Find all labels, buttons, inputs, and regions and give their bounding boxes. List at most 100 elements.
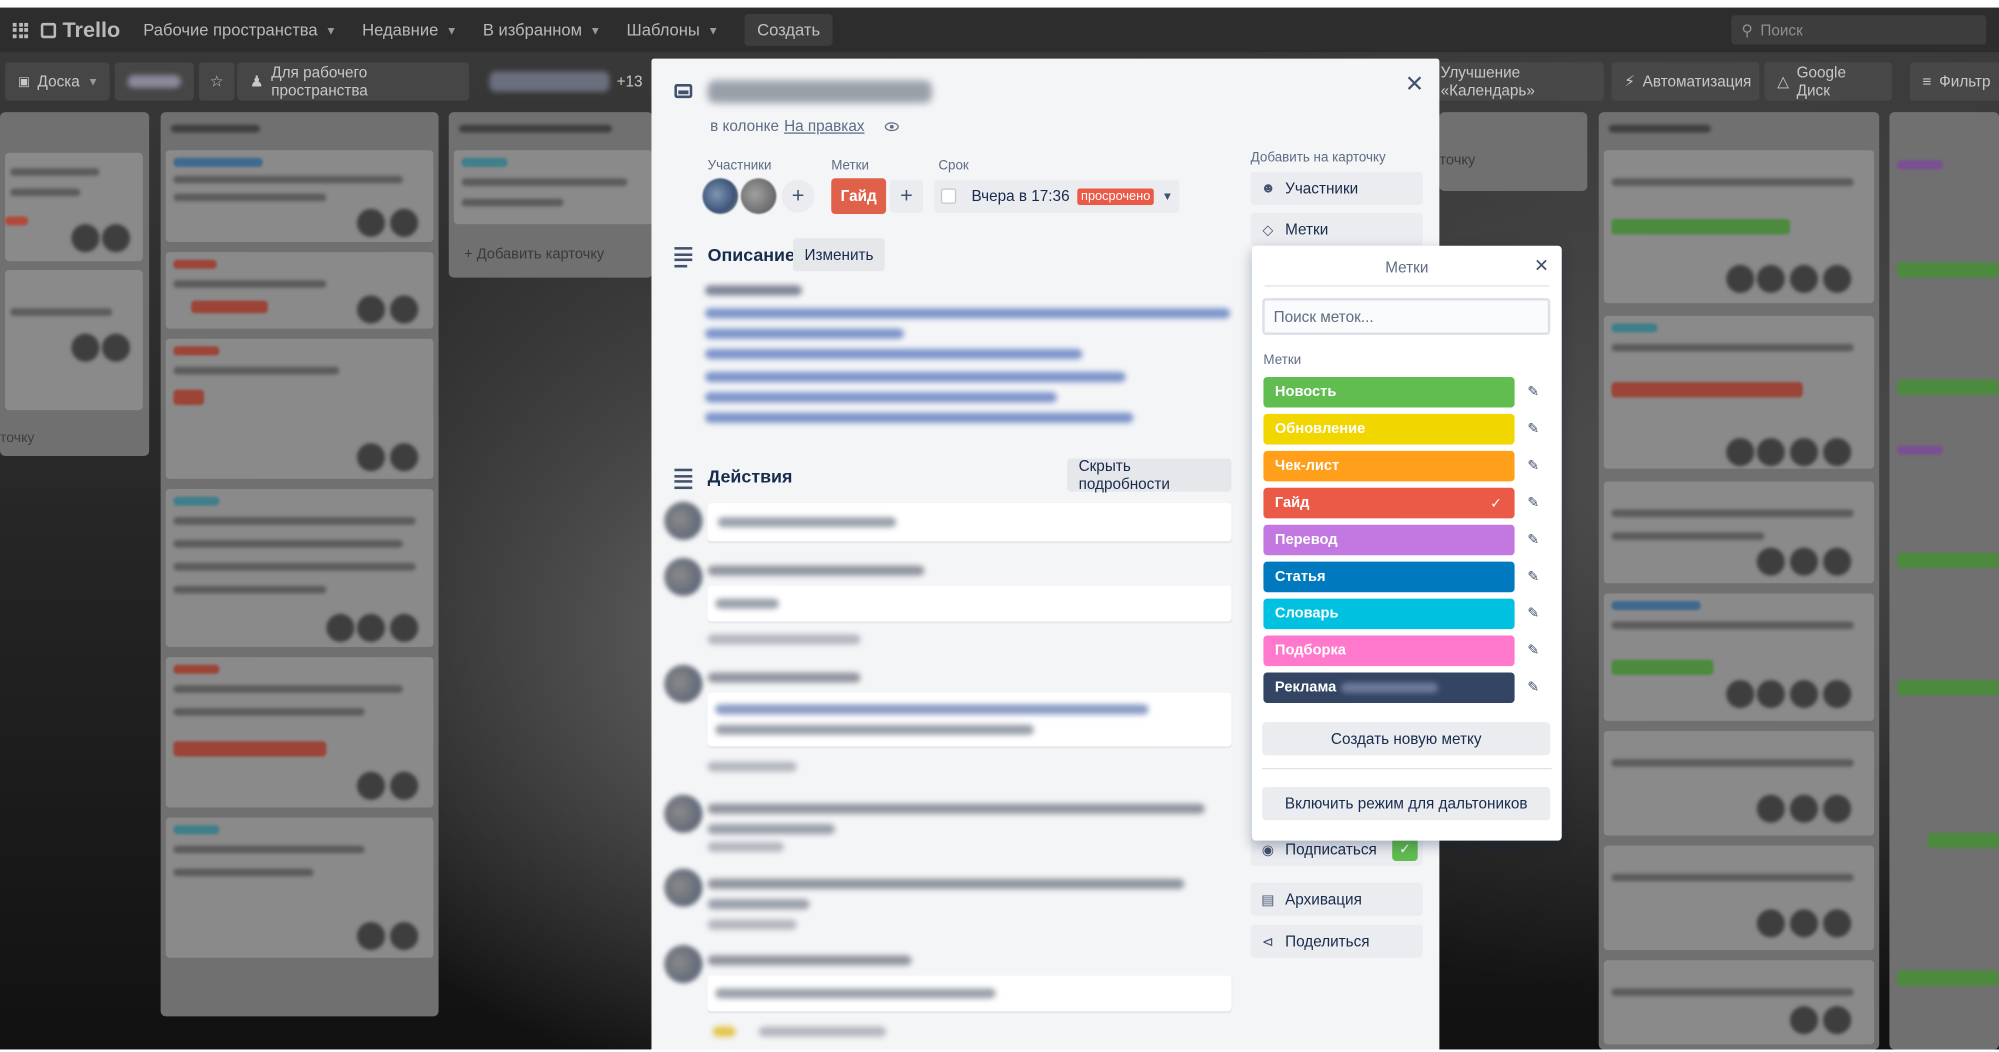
card-label-blurred (1611, 382, 1803, 398)
list-card[interactable] (1603, 481, 1875, 584)
label-search-input[interactable] (1262, 298, 1551, 335)
board-name[interactable] (114, 62, 194, 101)
avatar (1756, 680, 1785, 709)
list-card[interactable] (453, 150, 653, 225)
label-name: Новость (1274, 384, 1337, 400)
description-icon (674, 247, 693, 270)
card-text-blurred (1611, 343, 1854, 352)
list-card[interactable] (165, 657, 434, 808)
sidebar-share-button[interactable]: ⊲ Поделиться (1250, 924, 1423, 958)
avatar[interactable] (740, 178, 777, 214)
filter-button[interactable]: ≡ Фильтр (1909, 62, 1999, 101)
trello-logo[interactable]: Trello (40, 17, 120, 42)
label-option[interactable]: Словарь (1263, 598, 1515, 630)
list-card[interactable] (5, 152, 143, 262)
hide-details-button[interactable]: Скрыть подробности (1067, 457, 1232, 493)
list-card[interactable] (165, 150, 434, 242)
pencil-icon[interactable]: ✎ (1527, 496, 1540, 510)
nav-workspaces[interactable]: Рабочие пространства ▼ (143, 20, 336, 39)
add-card-clipped[interactable]: точку (1439, 153, 1475, 168)
pencil-icon[interactable]: ✎ (1527, 681, 1540, 695)
pencil-icon[interactable]: ✎ (1527, 644, 1540, 658)
label-option[interactable]: Чек-лист (1263, 450, 1515, 482)
google-drive-button[interactable]: △ Google Диск (1764, 62, 1892, 101)
card-label-blurred (1897, 445, 1943, 455)
sidebar-labels-button[interactable]: ◇ Метки (1250, 212, 1423, 246)
create-button[interactable]: Создать (744, 14, 833, 46)
close-icon[interactable]: ✕ (1534, 255, 1549, 277)
create-label-button[interactable]: Создать новую метку (1262, 722, 1551, 756)
list-card[interactable] (1603, 960, 1875, 1045)
card-title-blurred[interactable] (707, 80, 932, 104)
pencil-icon[interactable]: ✎ (1527, 385, 1540, 399)
sidebar-members-button[interactable]: ☻ Участники (1250, 171, 1423, 206)
labels-popover: Метки ✕ Метки Новость ✎ Обновление ✎ Чек… (1251, 245, 1562, 841)
pencil-icon[interactable]: ✎ (1527, 570, 1540, 584)
due-date-button[interactable]: Вчера в 17:36 просрочено ▼ (934, 179, 1180, 213)
list-card[interactable] (165, 338, 434, 479)
board-list: точку (1439, 112, 1588, 192)
sidebar-archive-button[interactable]: ▤ Архивация (1250, 882, 1423, 916)
activity-meta-blurred (707, 841, 785, 853)
avatar (664, 501, 703, 541)
label-option[interactable]: Статья (1263, 561, 1515, 593)
pencil-icon[interactable]: ✎ (1527, 533, 1540, 547)
label-option[interactable]: Реклама (1263, 672, 1515, 704)
card-text-blurred (1611, 532, 1765, 541)
nav-templates[interactable]: Шаблоны ▼ (627, 20, 719, 39)
applied-label-chip[interactable]: Гайд (831, 178, 887, 214)
filter-label: Фильтр (1939, 72, 1991, 91)
trello-window: Trello Рабочие пространства ▼ Недавние ▼ В… (0, 7, 1999, 1050)
nav-recent[interactable]: Недавние ▼ (362, 20, 457, 39)
add-member-button[interactable]: + (781, 179, 815, 213)
list-card[interactable] (1603, 845, 1875, 951)
pencil-icon[interactable]: ✎ (1527, 459, 1540, 473)
list-card[interactable] (165, 252, 434, 329)
list-card[interactable] (1603, 593, 1875, 721)
eye-icon[interactable] (884, 121, 899, 131)
label-option[interactable]: Перевод (1263, 524, 1515, 556)
edit-description-button[interactable]: Изменить (792, 238, 885, 272)
members-section-label: Участники (707, 157, 772, 174)
pencil-icon[interactable]: ✎ (1527, 422, 1540, 436)
label-name: Гайд (1274, 495, 1310, 511)
due-complete-checkbox[interactable] (940, 188, 957, 204)
avatar (1756, 547, 1785, 576)
google-drive-icon: △ (1777, 72, 1789, 91)
global-search[interactable]: ⚲ Поиск (1731, 15, 1987, 45)
label-option[interactable]: Обновление (1263, 413, 1515, 445)
list-card[interactable] (1603, 731, 1875, 836)
pencil-icon[interactable]: ✎ (1527, 607, 1540, 621)
add-card-button[interactable]: + Добавить карточку (464, 247, 604, 262)
plus-icon: + (900, 183, 913, 208)
comment-input[interactable] (707, 503, 1232, 542)
list-card[interactable] (5, 270, 143, 411)
list-card[interactable] (165, 817, 434, 958)
colorblind-mode-button[interactable]: Включить режим для дальтоников (1262, 787, 1551, 821)
list-card[interactable] (1603, 150, 1875, 304)
label-option[interactable]: Новость (1263, 376, 1515, 408)
avatar[interactable] (702, 178, 739, 214)
apps-grid-icon[interactable] (12, 22, 29, 38)
workspace-visibility-button[interactable]: ♟ Для рабочего пространства (237, 62, 470, 101)
close-icon[interactable]: ✕ (1405, 71, 1424, 98)
calendar-powerup-button[interactable]: Улучшение «Календарь» (1427, 62, 1604, 101)
comment-text-blurred (715, 724, 1034, 735)
share-icon: ⊲ (1262, 934, 1274, 950)
list-card[interactable] (165, 489, 434, 647)
board-view-switcher[interactable]: ▣ Доска ▼ (5, 62, 110, 101)
overdue-badge: просрочено (1077, 187, 1155, 205)
label-option[interactable]: Подборка (1263, 635, 1515, 667)
board-members[interactable]: +13 (477, 62, 655, 100)
automation-button[interactable]: ⚡ Автоматизация (1611, 62, 1760, 101)
automation-label: Автоматизация (1642, 72, 1752, 91)
list-name-link[interactable]: На правках (784, 117, 864, 135)
list-card[interactable] (1603, 315, 1875, 469)
chevron-down-icon: ▼ (589, 23, 602, 37)
nav-starred[interactable]: В избранном ▼ (483, 20, 601, 39)
label-option[interactable]: Гайд ✓ (1263, 487, 1515, 519)
add-label-button[interactable]: + (889, 179, 924, 213)
star-board-button[interactable]: ☆ (198, 62, 235, 101)
card-text-blurred (173, 517, 416, 525)
add-card-clipped[interactable]: точку (0, 430, 34, 445)
